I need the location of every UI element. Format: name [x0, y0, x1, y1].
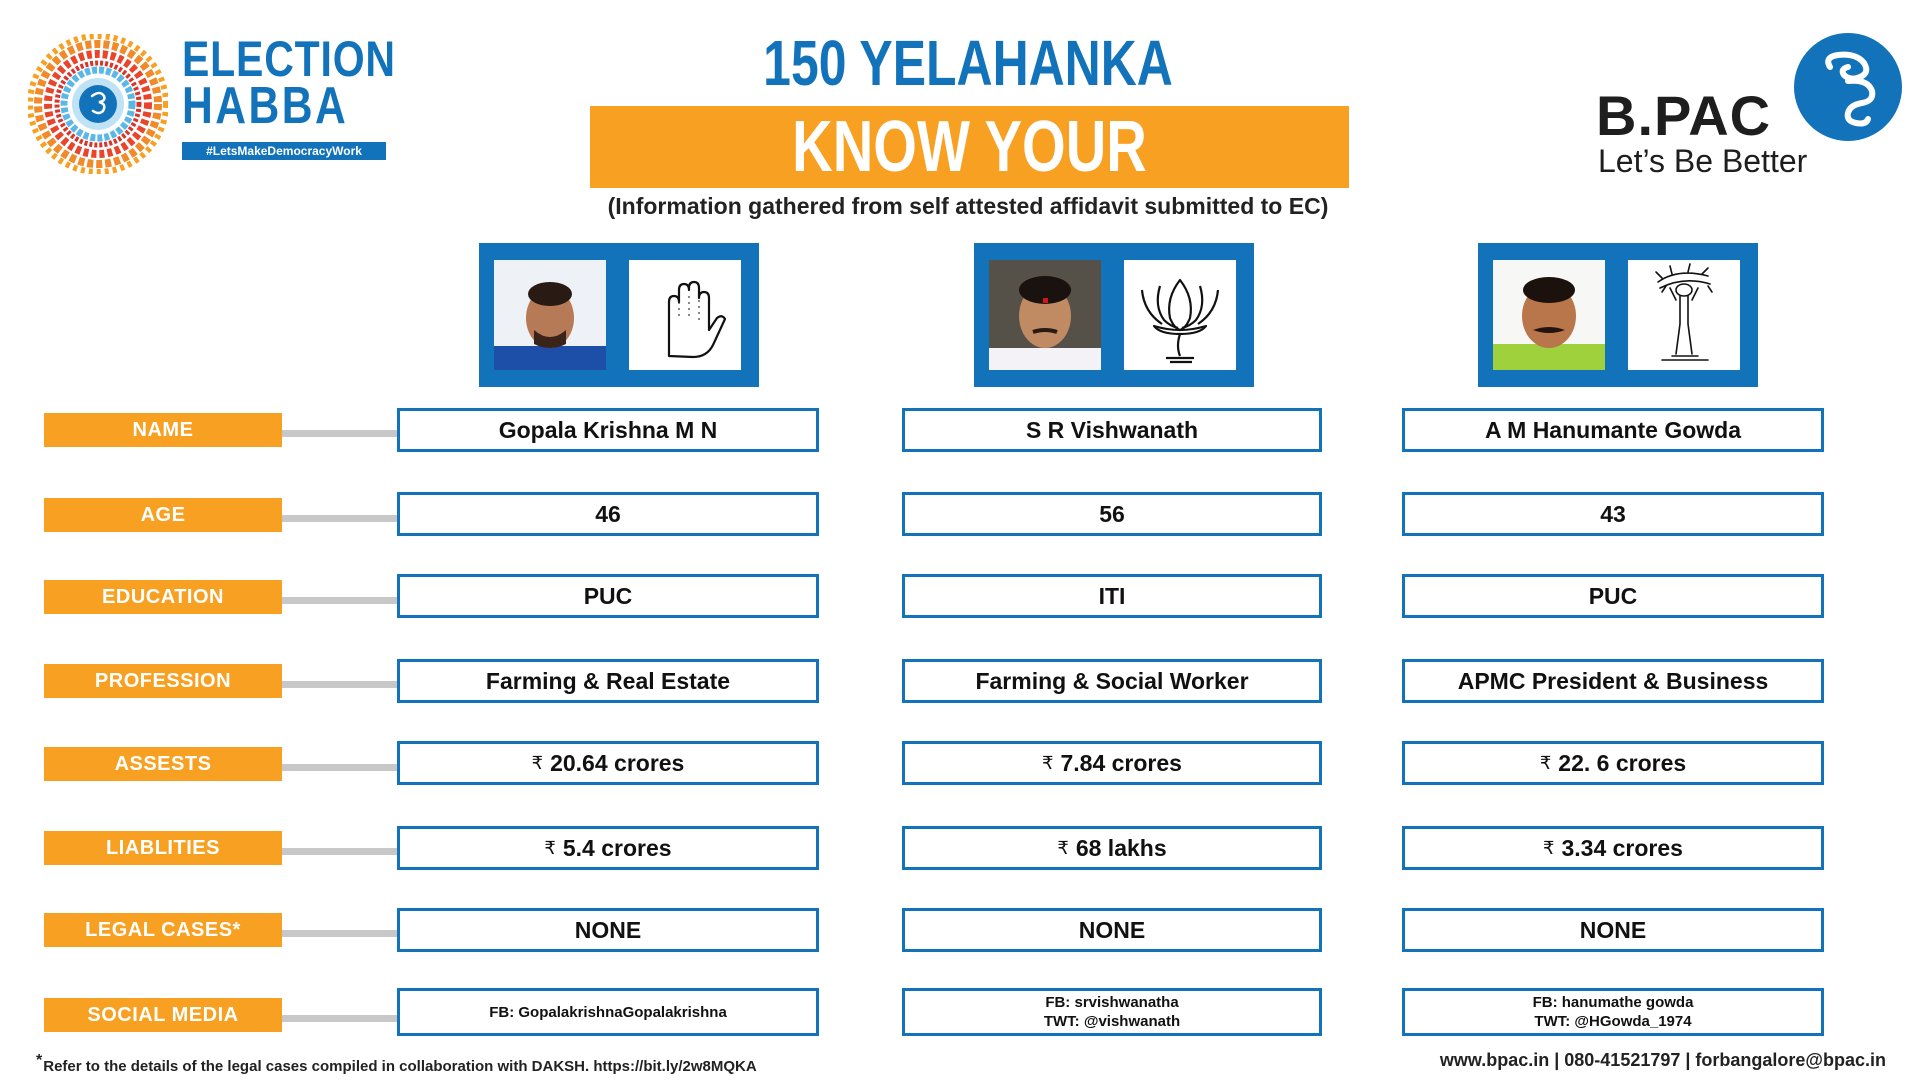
bpac-logo: B.PAC Let’s Be Better: [1596, 30, 1906, 180]
banner-text: KNOW YOUR CANDIDATE: [792, 107, 1147, 269]
twitter-handle: TWT: @HGowda_1974: [1534, 1013, 1692, 1030]
candidate-2-profession: Farming & Social Worker: [902, 659, 1322, 703]
contact-info[interactable]: www.bpac.in | 080-41521797 | forbangalor…: [1440, 1050, 1886, 1071]
row-connector: [282, 515, 398, 522]
row-connector: [282, 764, 398, 771]
candidate-2-panel: [974, 243, 1254, 387]
bpac-emblem-icon: [1794, 33, 1902, 141]
row-connector: [282, 597, 398, 604]
footnote-asterisk: *: [36, 1052, 43, 1069]
rupee-icon: ₹: [544, 837, 556, 858]
row-connector: [282, 848, 398, 855]
candidate-1-education: PUC: [397, 574, 819, 618]
row-label-education: EDUCATION: [44, 580, 282, 614]
row-connector: [282, 430, 398, 437]
row-connector: [282, 1015, 398, 1022]
candidate-2-legal-cases: NONE: [902, 908, 1322, 952]
candidate-2-age: 56: [902, 492, 1322, 536]
candidate-1-panel: [479, 243, 759, 387]
candidate-3-panel: [1478, 243, 1758, 387]
candidate-3-legal-cases: NONE: [1402, 908, 1824, 952]
facebook-handle: FB: srvishwanatha: [1045, 994, 1179, 1011]
row-label-profession: PROFESSION: [44, 664, 282, 698]
bpac-tagline: Let’s Be Better: [1598, 143, 1808, 179]
candidate-3-profession: APMC President & Business: [1402, 659, 1824, 703]
hand-symbol-icon: [629, 260, 741, 370]
mandala-icon: [28, 34, 168, 174]
liabilities-value: 5.4 crores: [562, 834, 672, 861]
row-connector: [282, 930, 398, 937]
rupee-icon: ₹: [531, 752, 544, 773]
row-label-legal-cases: LEGAL CASES*: [44, 913, 282, 947]
rupee-icon: ₹: [1543, 837, 1555, 858]
candidate-2-photo: [989, 260, 1101, 370]
candidate-2-liabilities: ₹ 68 lakhs: [902, 826, 1322, 870]
candidate-3-age: 43: [1402, 492, 1824, 536]
row-label-age: AGE: [44, 498, 282, 532]
candidate-3-social-media: FB: hanumathe gowda TWT: @HGowda_1974: [1402, 988, 1824, 1036]
liabilities-value: 3.34 crores: [1561, 834, 1683, 861]
rupee-icon: ₹: [1042, 752, 1054, 773]
row-label-liabilities: LIABLITIES: [44, 831, 282, 865]
constituency-title: 150 YELAHANKA: [763, 27, 1173, 99]
rupee-icon: ₹: [1539, 752, 1552, 773]
candidate-1-liabilities: ₹ 5.4 crores: [397, 826, 819, 870]
lotus-symbol-icon: [1124, 260, 1236, 370]
candidate-1-assets: ₹ 20.64 crores: [397, 741, 819, 785]
facebook-handle: FB: GopalakrishnaGopalakrishna: [489, 1003, 727, 1021]
candidate-1-name: Gopala Krishna M N: [397, 408, 819, 452]
rupee-icon: ₹: [1057, 837, 1069, 858]
row-label-social-media: SOCIAL MEDIA: [44, 998, 282, 1032]
candidate-1-profession: Farming & Real Estate: [397, 659, 819, 703]
legal-cases-footnote: *Refer to the details of the legal cases…: [36, 1052, 757, 1075]
twitter-handle: TWT: @vishwanath: [1043, 1013, 1181, 1030]
row-label-assets: ASSESTS: [44, 747, 282, 781]
assets-value: 7.84 crores: [1060, 749, 1182, 776]
candidate-2-name: S R Vishwanath: [902, 408, 1322, 452]
know-your-candidate-banner: KNOW YOUR CANDIDATE: [590, 106, 1349, 269]
candidate-3-name: A M Hanumante Gowda: [1402, 408, 1824, 452]
candidate-2-education: ITI: [902, 574, 1322, 618]
row-connector: [282, 681, 398, 688]
candidate-3-photo: [1493, 260, 1605, 370]
candidate-3-education: PUC: [1402, 574, 1824, 618]
row-label-name: NAME: [44, 413, 282, 447]
source-subtitle: (Information gathered from self attested…: [607, 193, 1329, 219]
candidate-1-social-media: FB: GopalakrishnaGopalakrishna: [397, 988, 819, 1036]
hashtag-banner: #LetsMakeDemocracyWork: [182, 142, 386, 160]
candidate-2-social-media: FB: srvishwanatha TWT: @vishwanath: [902, 988, 1322, 1036]
candidate-1-age: 46: [397, 492, 819, 536]
assets-value: 20.64 crores: [550, 749, 685, 776]
bpac-wordmark: B.PAC: [1596, 84, 1772, 147]
farmer-carrying-crop-symbol-icon: [1628, 260, 1740, 370]
candidate-1-legal-cases: NONE: [397, 908, 819, 952]
assets-value: 22. 6 crores: [1558, 749, 1687, 776]
facebook-handle: FB: hanumathe gowda: [1532, 994, 1694, 1011]
candidate-3-assets: ₹ 22. 6 crores: [1402, 741, 1824, 785]
liabilities-value: 68 lakhs: [1075, 834, 1167, 861]
candidate-3-liabilities: ₹ 3.34 crores: [1402, 826, 1824, 870]
candidate-2-assets: ₹ 7.84 crores: [902, 741, 1322, 785]
footnote-text[interactable]: Refer to the details of the legal cases …: [43, 1058, 756, 1075]
candidate-1-photo: [494, 260, 606, 370]
